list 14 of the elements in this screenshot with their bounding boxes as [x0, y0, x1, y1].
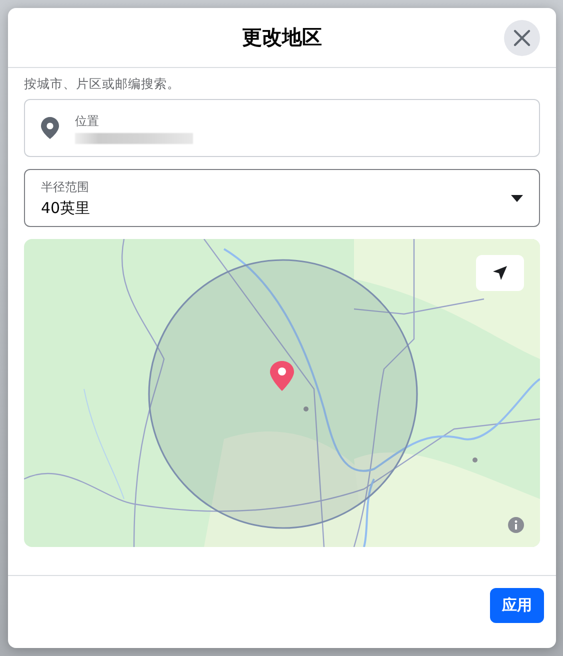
close-icon — [513, 29, 531, 47]
hint-text: 按城市、片区或邮编搜索。 — [24, 76, 181, 93]
navigation-arrow-icon — [492, 265, 508, 281]
radius-select[interactable]: 半径范围 40英里 — [24, 169, 540, 227]
info-icon[interactable] — [508, 517, 524, 533]
dialog-title: 更改地区 — [242, 24, 322, 51]
caret-icon — [511, 194, 523, 202]
map-pin-icon — [270, 361, 294, 391]
close-button[interactable] — [504, 20, 540, 56]
locate-button[interactable] — [476, 255, 524, 291]
location-field[interactable]: 位置 — [24, 99, 540, 157]
apply-button[interactable]: 应用 — [490, 588, 544, 623]
field-label: 位置 — [75, 112, 100, 130]
location-pin-icon — [41, 117, 59, 139]
